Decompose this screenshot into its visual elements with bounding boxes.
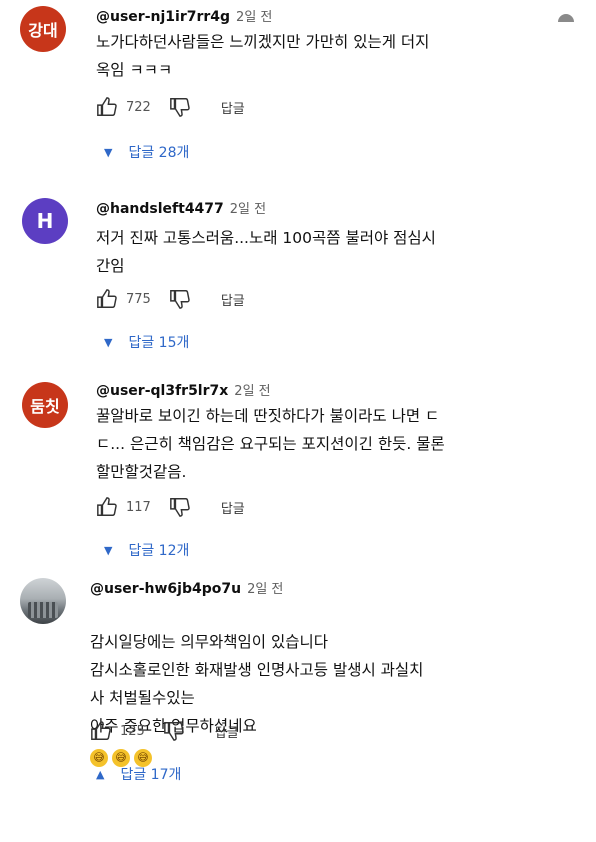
replies-count: 답글 12개 (128, 543, 190, 559)
reply-button[interactable]: 답글 (221, 98, 245, 117)
thumbs-down-icon[interactable] (169, 96, 191, 118)
thumbs-up-icon[interactable] (96, 288, 118, 310)
avatar[interactable] (20, 578, 66, 624)
comment-actions: 722 답글 (96, 96, 245, 118)
like-count: 125 (120, 723, 145, 739)
caret-up-icon: ▲ (96, 767, 105, 781)
comment-author[interactable]: @user-hw6jb4po7u (90, 581, 241, 597)
view-replies-button[interactable]: ▼ 답글 12개 (104, 540, 189, 560)
replies-count: 답글 17개 (120, 767, 182, 783)
comment-time: 2일 전 (229, 202, 267, 217)
comment-text: 감시일당에는 의무와책임이 있습니다 감시소홀로인한 화재발생 인명사고등 발생… (90, 600, 423, 768)
replies-count: 답글 28개 (128, 145, 190, 161)
view-replies-button[interactable]: ▲ 답글 17개 (96, 764, 181, 784)
like-count: 117 (126, 499, 151, 515)
comment-actions: 775 답글 (96, 288, 245, 310)
caret-down-icon: ▼ (104, 543, 113, 557)
thumbs-up-icon[interactable] (96, 96, 118, 118)
comment-meta: @user-hw6jb4po7u 2일 전 (90, 578, 283, 597)
comment-author[interactable]: @user-ql3fr5lr7x (96, 383, 228, 399)
like-count: 722 (126, 99, 151, 115)
comment-time: 2일 전 (236, 10, 273, 25)
caret-down-icon: ▼ (104, 335, 113, 349)
comment-author[interactable]: @user-nj1ir7rr4g (96, 9, 230, 25)
comment-author[interactable]: @handsleft4477 (96, 201, 224, 217)
caret-down-icon: ▼ (104, 145, 113, 159)
thumbs-up-icon[interactable] (96, 496, 118, 518)
view-replies-button[interactable]: ▼ 답글 15개 (104, 332, 189, 352)
avatar-photo (28, 602, 58, 618)
reply-button[interactable]: 답글 (221, 290, 245, 309)
thumbs-down-icon[interactable] (169, 288, 191, 310)
comment-text: 저거 진짜 고통스러움...노래 100곡쯤 불러야 점심시 간임 (96, 229, 436, 275)
avatar[interactable]: H (22, 198, 68, 244)
comment-time: 2일 전 (234, 384, 271, 399)
comment-time: 2일 전 (247, 582, 284, 597)
like-count: 775 (126, 291, 151, 307)
thumbs-down-icon[interactable] (163, 720, 185, 742)
comment-actions: 125 답글 (90, 720, 239, 742)
comment-actions: 117 답글 (96, 496, 245, 518)
reply-button[interactable]: 답글 (221, 498, 245, 517)
comment-meta: @handsleft4477 2일 전 (96, 198, 266, 217)
thumbs-down-icon[interactable] (169, 496, 191, 518)
thumbs-up-icon[interactable] (90, 720, 112, 742)
comment-text: 노가다하던사람들은 느끼겠지만 가만히 있는게 더지 옥임 ㅋㅋㅋ (96, 33, 430, 79)
view-replies-button[interactable]: ▼ 답글 28개 (104, 142, 189, 162)
comment-text: 꿀알바로 보이긴 하는데 딴짓하다가 불이라도 나면 ㄷ ㄷ... 은근히 책임… (96, 407, 445, 481)
more-icon[interactable] (558, 14, 574, 22)
reply-button[interactable]: 답글 (215, 722, 239, 741)
comment-meta: @user-nj1ir7rr4g 2일 전 (96, 6, 272, 25)
avatar[interactable]: 둠칫 (22, 382, 68, 428)
comment-meta: @user-ql3fr5lr7x 2일 전 (96, 380, 271, 399)
avatar[interactable]: 강대 (20, 6, 66, 52)
replies-count: 답글 15개 (128, 335, 190, 351)
